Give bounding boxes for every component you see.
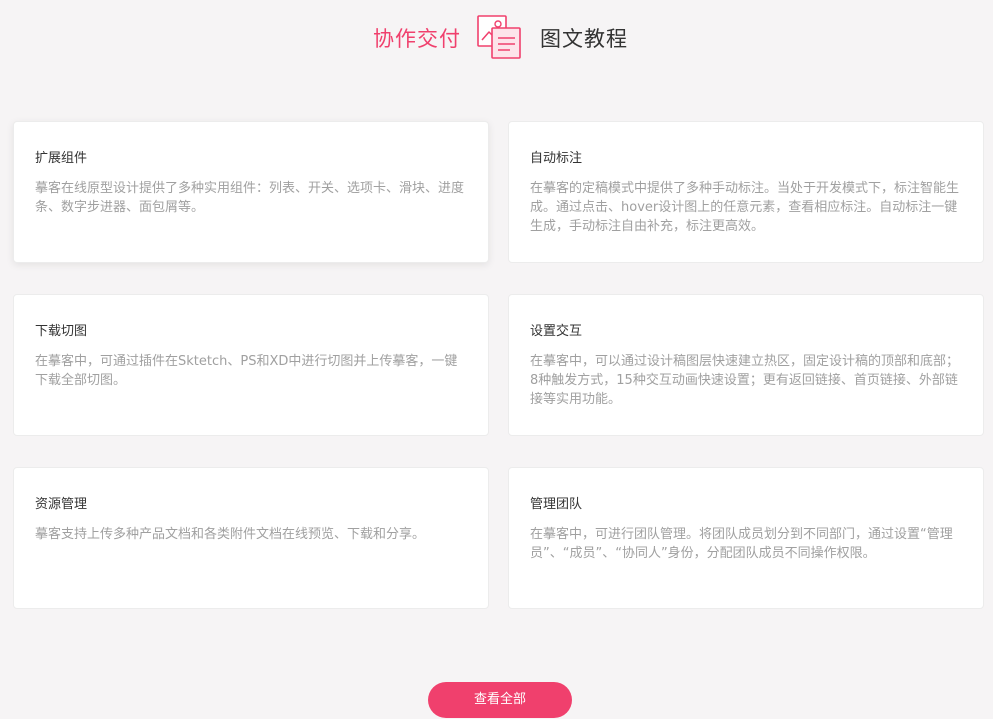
card-team-management[interactable]: 管理团队 在摹客中，可进行团队管理。将团队成员划分到不同部门，通过设置“管理员”…: [508, 467, 984, 609]
card-description: 在摹客中，可通过插件在Sktetch、PS和XD中进行切图并上传摹客，一键下载全…: [35, 354, 458, 388]
card-download-slices[interactable]: 下载切图 在摹客中，可通过插件在Sktetch、PS和XD中进行切图并上传摹客，…: [13, 294, 489, 436]
card-title: 自动标注: [530, 151, 583, 166]
card-description: 在摹客中，可进行团队管理。将团队成员划分到不同部门，通过设置“管理员”、“成员”…: [530, 527, 953, 561]
card-description: 摹客支持上传多种产品文档和各类附件文档在线预览、下载和分享。: [35, 527, 426, 542]
card-set-interaction[interactable]: 设置交互 在摹客中，可以通过设计稿图层快速建立热区，固定设计稿的顶部和底部；8种…: [508, 294, 984, 436]
card-title: 管理团队: [530, 497, 583, 512]
card-extension-components[interactable]: 扩展组件 摹客在线原型设计提供了多种实用组件：列表、开关、选项卡、滑块、进度条、…: [13, 121, 489, 263]
card-title: 资源管理: [35, 497, 88, 512]
view-all-button[interactable]: 查看全部: [428, 682, 572, 718]
card-description: 在摹客的定稿模式中提供了多种手动标注。当处于开发模式下，标注智能生成。通过点击、…: [530, 181, 960, 234]
section-header: 协作交付 图文教程: [0, 14, 993, 60]
document-image-icon: [476, 14, 522, 60]
card-title: 下载切图: [35, 324, 88, 339]
card-title: 扩展组件: [35, 151, 88, 166]
header-right-title: 图文教程: [540, 27, 628, 51]
card-description: 在摹客中，可以通过设计稿图层快速建立热区，固定设计稿的顶部和底部；8种触发方式，…: [530, 354, 960, 407]
card-title: 设置交互: [530, 324, 583, 339]
card-description: 摹客在线原型设计提供了多种实用组件：列表、开关、选项卡、滑块、进度条、数字步进器…: [35, 181, 465, 215]
header-left-title: 协作交付: [373, 27, 461, 51]
card-auto-annotation[interactable]: 自动标注 在摹客的定稿模式中提供了多种手动标注。当处于开发模式下，标注智能生成。…: [508, 121, 984, 263]
card-resource-management[interactable]: 资源管理 摹客支持上传多种产品文档和各类附件文档在线预览、下载和分享。: [13, 467, 489, 609]
